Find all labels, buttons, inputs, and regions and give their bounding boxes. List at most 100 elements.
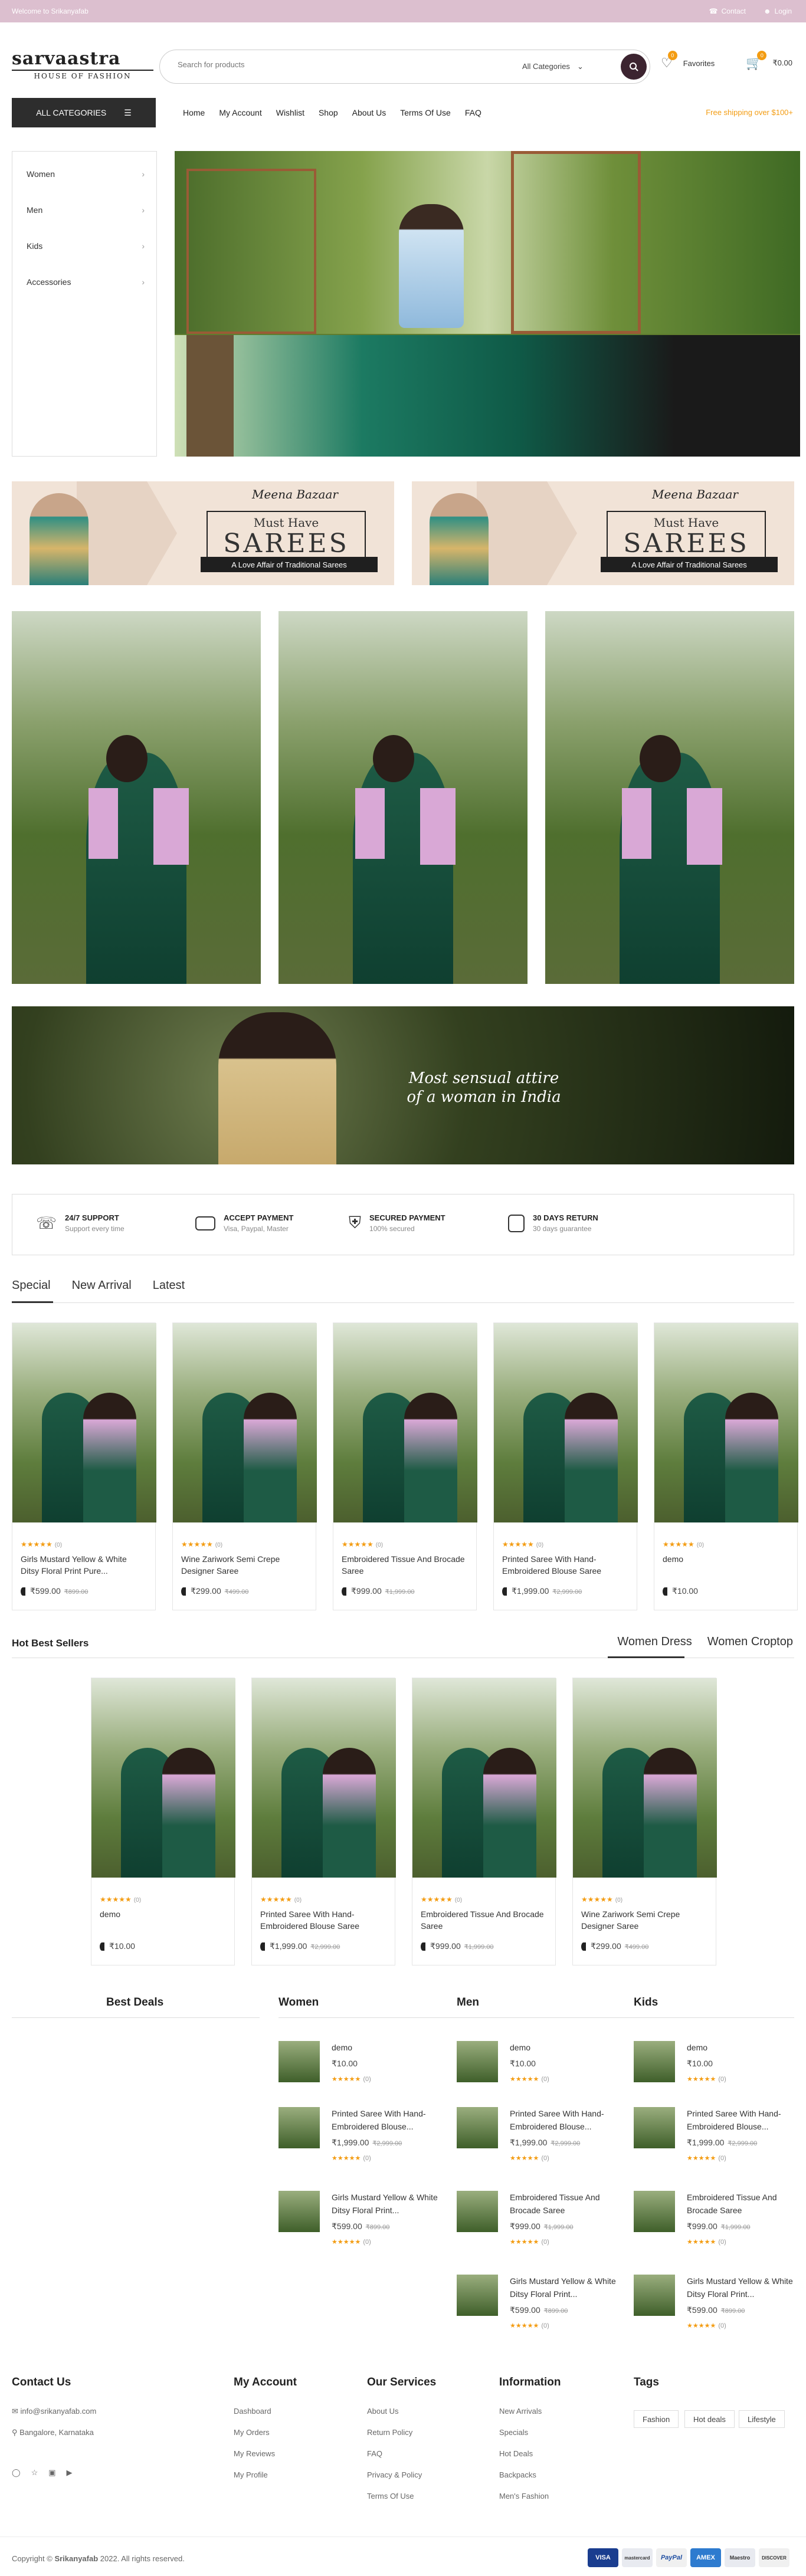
- list-item[interactable]: Girls Mustard Yellow & White Ditsy Flora…: [457, 2275, 628, 2339]
- product-card[interactable]: ★★★★★ (0) Wine Zariwork Semi Crepe Design…: [172, 1323, 317, 1610]
- product-image[interactable]: [12, 1323, 156, 1522]
- footer-link-orders[interactable]: My Orders: [234, 2428, 270, 2437]
- product-image[interactable]: [654, 1323, 798, 1522]
- contact-link[interactable]: ☎ Contact: [709, 7, 746, 15]
- product-name[interactable]: Girls Mustard Yellow & White Ditsy Flora…: [12, 1553, 155, 1577]
- product-image[interactable]: [252, 1678, 396, 1878]
- category-select[interactable]: All Categories: [522, 62, 584, 71]
- hero-banner[interactable]: [175, 151, 800, 457]
- footer-link-reviews[interactable]: My Reviews: [234, 2449, 275, 2458]
- menu-home[interactable]: Home: [183, 108, 205, 117]
- product-card[interactable]: ★★★★★ (0) Embroidered Tissue And Brocade …: [412, 1678, 556, 1965]
- favorites-link[interactable]: ♡ 0 Favorites: [661, 51, 715, 71]
- tab-women-dress[interactable]: Women Dress: [617, 1635, 692, 1649]
- list-name[interactable]: Printed Saree With Hand-Embroidered Blou…: [332, 2107, 450, 2133]
- product-image[interactable]: [412, 1678, 556, 1878]
- sidebar-item-kids[interactable]: Kids: [27, 241, 145, 251]
- list-item[interactable]: Printed Saree With Hand-Embroidered Blou…: [634, 2107, 805, 2172]
- list-item[interactable]: demo ₹10.00 ★★★★★ (0): [457, 2041, 628, 2106]
- list-thumb[interactable]: [634, 2041, 675, 2082]
- product-image[interactable]: [173, 1323, 317, 1522]
- footer-link-faq[interactable]: FAQ: [367, 2449, 382, 2458]
- list-name[interactable]: Girls Mustard Yellow & White Ditsy Flora…: [510, 2275, 628, 2301]
- search-button[interactable]: [621, 54, 647, 80]
- list-item[interactable]: Printed Saree With Hand-Embroidered Blou…: [279, 2107, 450, 2172]
- product-image[interactable]: [91, 1678, 235, 1878]
- product-card[interactable]: ★★★★★ (0) Embroidered Tissue And Brocade …: [333, 1323, 477, 1610]
- list-name[interactable]: Printed Saree With Hand-Embroidered Blou…: [687, 2107, 805, 2133]
- tag-lifestyle[interactable]: Lifestyle: [739, 2410, 785, 2428]
- list-name[interactable]: demo: [687, 2041, 805, 2054]
- youtube-icon[interactable]: ▶: [67, 2468, 73, 2477]
- photo-banner-2[interactable]: [279, 611, 527, 984]
- cart-link[interactable]: 🛒 0 ₹0.00: [746, 51, 792, 71]
- footer-link-return[interactable]: Return Policy: [367, 2428, 412, 2437]
- promo-banner-2[interactable]: Meena Bazaar Must Have SAREES A Love Aff…: [412, 481, 794, 585]
- list-item[interactable]: Girls Mustard Yellow & White Ditsy Flora…: [634, 2275, 805, 2339]
- product-image[interactable]: [494, 1323, 638, 1522]
- list-thumb[interactable]: [457, 2275, 498, 2316]
- list-item[interactable]: Printed Saree With Hand-Embroidered Blou…: [457, 2107, 628, 2172]
- logo[interactable]: sarvaastra HOUSE OF FASHION: [12, 50, 153, 80]
- sidebar-item-men[interactable]: Men: [27, 205, 145, 215]
- photo-banner-1[interactable]: [12, 611, 261, 984]
- list-thumb[interactable]: [457, 2191, 498, 2232]
- list-name[interactable]: Embroidered Tissue And Brocade Saree: [687, 2191, 805, 2217]
- list-thumb[interactable]: [279, 2107, 320, 2148]
- product-name[interactable]: demo: [654, 1553, 797, 1577]
- menu-terms[interactable]: Terms Of Use: [400, 108, 451, 117]
- list-thumb[interactable]: [279, 2191, 320, 2232]
- product-name[interactable]: demo: [91, 1908, 234, 1932]
- footer-email[interactable]: ✉ info@srikanyafab.com: [12, 2407, 96, 2416]
- footer-link-specials[interactable]: Specials: [499, 2428, 528, 2437]
- product-card[interactable]: ★★★★★ (0) Wine Zariwork Semi Crepe Design…: [572, 1678, 717, 1965]
- list-name[interactable]: Girls Mustard Yellow & White Ditsy Flora…: [332, 2191, 450, 2217]
- list-item[interactable]: demo ₹10.00 ★★★★★ (0): [279, 2041, 450, 2106]
- product-image[interactable]: [573, 1678, 717, 1878]
- footer-link-backpacks[interactable]: Backpacks: [499, 2470, 536, 2479]
- list-thumb[interactable]: [457, 2041, 498, 2082]
- tab-special[interactable]: Special: [12, 1279, 51, 1292]
- menu-my-account[interactable]: My Account: [219, 108, 261, 117]
- product-card[interactable]: ★★★★★ (0) demo ₹10.00: [654, 1323, 798, 1610]
- footer-link-about[interactable]: About Us: [367, 2407, 398, 2416]
- tab-women-croptop[interactable]: Women Croptop: [707, 1635, 793, 1649]
- facebook-icon[interactable]: ◯: [12, 2468, 21, 2477]
- footer-link-privacy[interactable]: Privacy & Policy: [367, 2470, 422, 2479]
- instagram-icon[interactable]: ▣: [48, 2468, 55, 2477]
- product-name[interactable]: Wine Zariwork Semi Crepe Designer Saree: [573, 1908, 716, 1932]
- product-name[interactable]: Printed Saree With Hand-Embroidered Blou…: [252, 1908, 395, 1932]
- tag-fashion[interactable]: Fashion: [634, 2410, 679, 2428]
- list-thumb[interactable]: [634, 2107, 675, 2148]
- list-item[interactable]: Girls Mustard Yellow & White Ditsy Flora…: [279, 2191, 450, 2256]
- list-item[interactable]: Embroidered Tissue And Brocade Saree ₹99…: [457, 2191, 628, 2256]
- sidebar-item-women[interactable]: Women: [27, 169, 145, 179]
- product-name[interactable]: Printed Saree With Hand-Embroidered Blou…: [494, 1553, 637, 1577]
- list-name[interactable]: demo: [510, 2041, 628, 2054]
- footer-link-hot-deals[interactable]: Hot Deals: [499, 2449, 533, 2458]
- product-card[interactable]: ★★★★★ (0) demo ₹10.00: [91, 1678, 235, 1965]
- product-name[interactable]: Embroidered Tissue And Brocade Saree: [333, 1553, 476, 1577]
- sidebar-item-accessories[interactable]: Accessories: [27, 277, 145, 287]
- product-card[interactable]: ★★★★★ (0) Printed Saree With Hand-Embroid…: [251, 1678, 396, 1965]
- copyright-brand[interactable]: Srikanyafab: [54, 2554, 98, 2563]
- list-name[interactable]: Girls Mustard Yellow & White Ditsy Flora…: [687, 2275, 805, 2301]
- list-name[interactable]: demo: [332, 2041, 450, 2054]
- footer-link-profile[interactable]: My Profile: [234, 2470, 268, 2479]
- tab-latest[interactable]: Latest: [153, 1279, 185, 1292]
- wide-banner[interactable]: Most sensual attire of a woman in India: [12, 1006, 794, 1164]
- list-thumb[interactable]: [457, 2107, 498, 2148]
- product-image[interactable]: [333, 1323, 477, 1522]
- list-item[interactable]: demo ₹10.00 ★★★★★ (0): [634, 2041, 805, 2106]
- menu-faq[interactable]: FAQ: [465, 108, 481, 117]
- footer-link-new-arrivals[interactable]: New Arrivals: [499, 2407, 542, 2416]
- list-item[interactable]: Embroidered Tissue And Brocade Saree ₹99…: [634, 2191, 805, 2256]
- menu-shop[interactable]: Shop: [319, 108, 338, 117]
- footer-link-terms[interactable]: Terms Of Use: [367, 2492, 414, 2500]
- product-card[interactable]: ★★★★★ (0) Printed Saree With Hand-Embroid…: [493, 1323, 638, 1610]
- list-thumb[interactable]: [634, 2191, 675, 2232]
- promo-banner-1[interactable]: Meena Bazaar Must Have SAREES A Love Aff…: [12, 481, 394, 585]
- twitter-icon[interactable]: ☆: [31, 2468, 38, 2477]
- menu-wishlist[interactable]: Wishlist: [276, 108, 304, 117]
- product-name[interactable]: Embroidered Tissue And Brocade Saree: [412, 1908, 555, 1932]
